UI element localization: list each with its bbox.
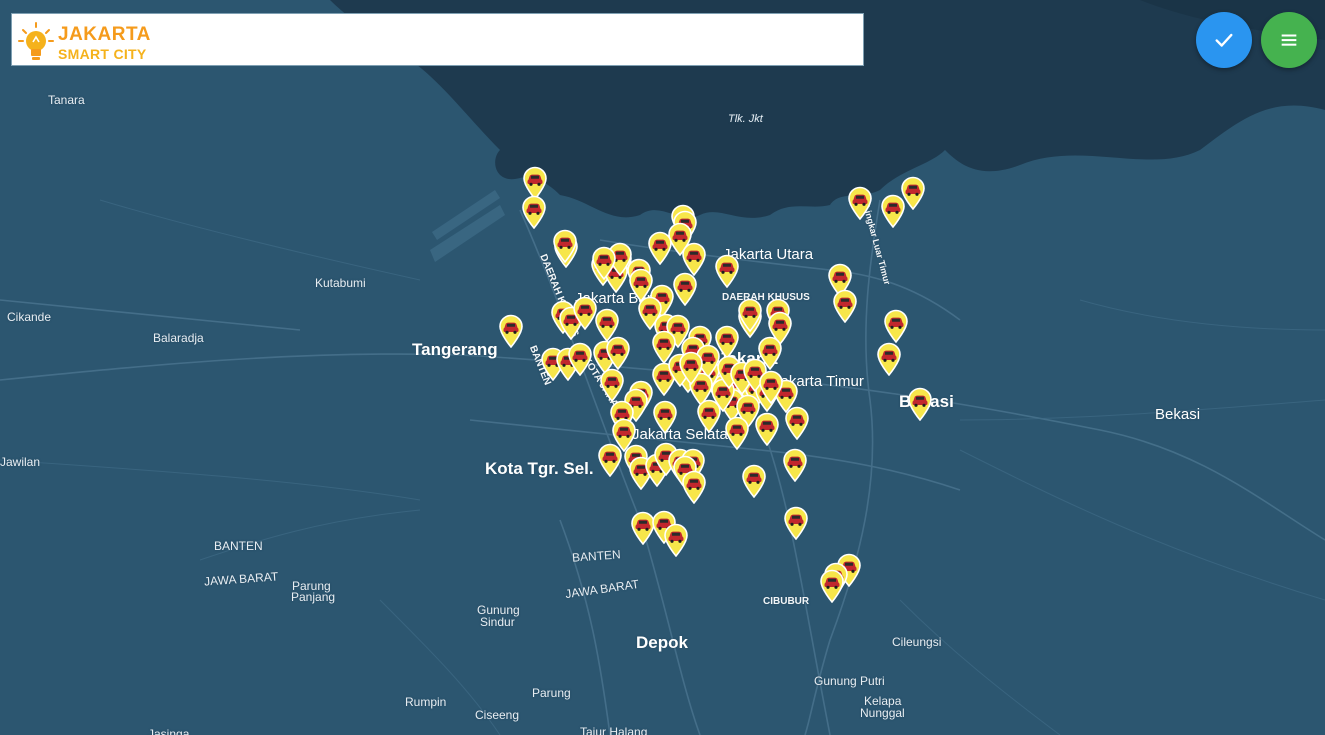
confirm-button[interactable] bbox=[1196, 12, 1252, 68]
vehicle-marker-icon bbox=[600, 368, 624, 402]
vehicle-marker[interactable] bbox=[521, 195, 547, 229]
vehicle-marker-icon bbox=[833, 289, 857, 323]
vehicle-marker[interactable] bbox=[832, 289, 858, 323]
vehicle-marker-icon bbox=[682, 242, 706, 276]
vehicle-marker[interactable] bbox=[900, 176, 926, 210]
vehicle-marker[interactable] bbox=[599, 368, 625, 402]
vehicle-marker[interactable] bbox=[876, 342, 902, 376]
vehicle-marker[interactable] bbox=[758, 370, 784, 404]
vehicle-marker[interactable] bbox=[672, 272, 698, 306]
vehicle-marker[interactable] bbox=[754, 412, 780, 446]
vehicle-marker[interactable] bbox=[737, 298, 763, 332]
check-icon bbox=[1215, 33, 1233, 47]
vehicle-marker[interactable] bbox=[681, 242, 707, 276]
vehicle-marker[interactable] bbox=[678, 351, 704, 385]
vehicle-marker-icon bbox=[673, 272, 697, 306]
vehicle-marker-icon bbox=[522, 195, 546, 229]
vehicle-marker-icon bbox=[784, 506, 808, 540]
vehicle-marker[interactable] bbox=[591, 246, 617, 280]
vehicle-marker-icon bbox=[908, 387, 932, 421]
vehicle-marker[interactable] bbox=[663, 523, 689, 557]
vehicle-marker-icon bbox=[664, 523, 688, 557]
vehicle-marker[interactable] bbox=[819, 569, 845, 603]
vehicle-marker[interactable] bbox=[714, 254, 740, 288]
app-header: JAKARTA SMART CITY bbox=[11, 13, 864, 66]
vehicle-marker[interactable] bbox=[552, 229, 578, 263]
vehicle-marker[interactable] bbox=[782, 448, 808, 482]
vehicle-marker[interactable] bbox=[907, 387, 933, 421]
menu-button[interactable] bbox=[1261, 12, 1317, 68]
vehicle-marker-icon bbox=[783, 448, 807, 482]
map-view[interactable]: Tanara Tlk. Jkt Jakarta Utara DAERAH KHU… bbox=[0, 0, 1325, 735]
vehicle-marker-icon bbox=[848, 186, 872, 220]
vehicle-marker-icon bbox=[884, 309, 908, 343]
vehicle-marker[interactable] bbox=[784, 406, 810, 440]
vehicle-marker-icon bbox=[820, 569, 844, 603]
vehicle-marker[interactable] bbox=[605, 336, 631, 370]
logo-title: JAKARTA bbox=[58, 24, 151, 45]
vehicle-marker-icon bbox=[755, 412, 779, 446]
vehicle-marker-icon bbox=[759, 370, 783, 404]
vehicle-marker[interactable] bbox=[783, 506, 809, 540]
vehicle-marker[interactable] bbox=[597, 443, 623, 477]
vehicle-marker-icon bbox=[598, 443, 622, 477]
vehicle-marker-icon bbox=[785, 406, 809, 440]
vehicle-marker-icon bbox=[553, 229, 577, 263]
vehicle-marker-icon bbox=[499, 314, 523, 348]
vehicle-marker-icon bbox=[682, 470, 706, 504]
menu-icon bbox=[1281, 34, 1297, 46]
vehicle-marker[interactable] bbox=[652, 400, 678, 434]
jakarta-smart-city-logo[interactable]: JAKARTA SMART CITY bbox=[18, 18, 158, 64]
vehicle-marker-icon bbox=[738, 298, 762, 332]
vehicle-marker-icon bbox=[715, 254, 739, 288]
vehicle-marker-icon bbox=[742, 464, 766, 498]
vehicle-marker-icon bbox=[725, 416, 749, 450]
vehicle-marker-icon bbox=[877, 342, 901, 376]
logo-subtitle: SMART CITY bbox=[58, 46, 147, 62]
vehicle-marker[interactable] bbox=[724, 416, 750, 450]
vehicle-marker[interactable] bbox=[741, 464, 767, 498]
vehicle-marker[interactable] bbox=[681, 470, 707, 504]
vehicle-marker[interactable] bbox=[498, 314, 524, 348]
vehicle-marker-icon bbox=[592, 246, 616, 280]
lightbulb-icon bbox=[18, 22, 54, 60]
vehicle-marker-icon bbox=[679, 351, 703, 385]
vehicle-marker-icon bbox=[606, 336, 630, 370]
vehicle-marker-icon bbox=[568, 342, 592, 376]
vehicle-marker[interactable] bbox=[567, 342, 593, 376]
vehicle-marker[interactable] bbox=[883, 309, 909, 343]
vehicle-marker[interactable] bbox=[847, 186, 873, 220]
vehicle-marker-icon bbox=[901, 176, 925, 210]
vehicle-marker-icon bbox=[653, 400, 677, 434]
